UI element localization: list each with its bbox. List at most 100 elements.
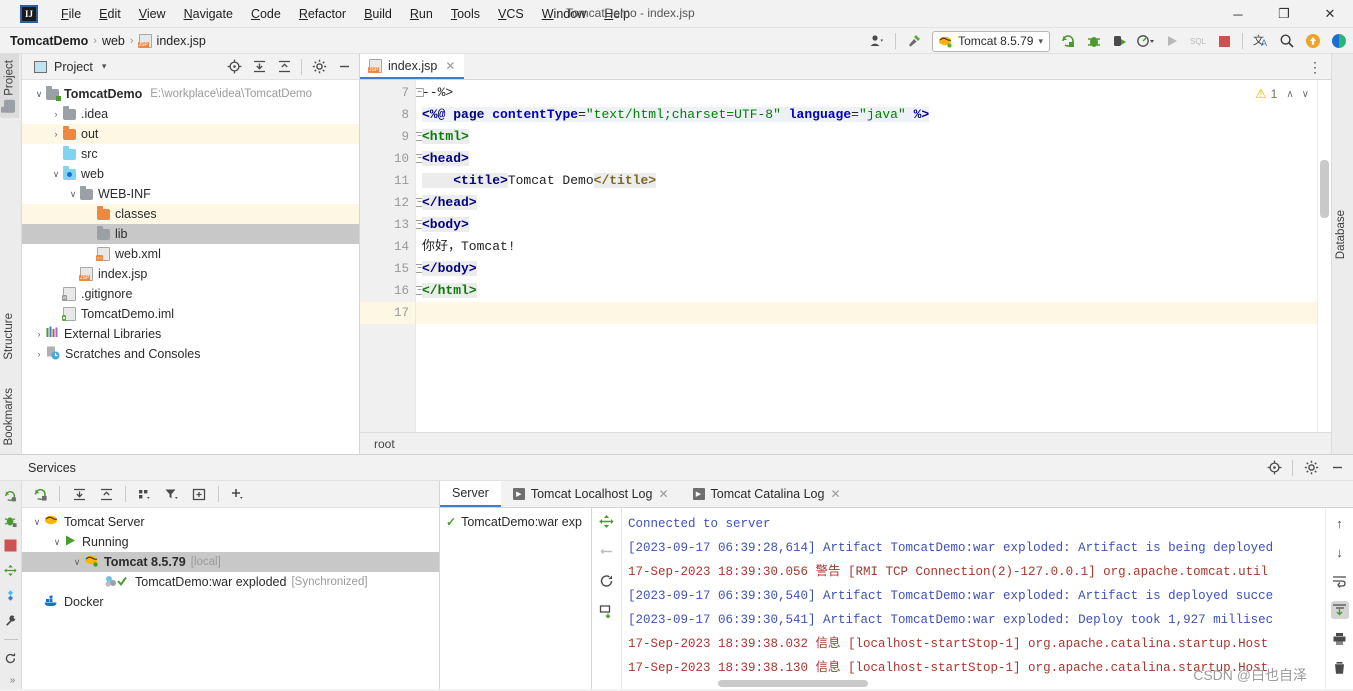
rerun-icon[interactable] bbox=[1056, 30, 1080, 52]
tree-twisty-icon[interactable]: › bbox=[32, 329, 46, 339]
run-configuration-selector[interactable]: Tomcat 8.5.79 ▾ bbox=[932, 30, 1050, 52]
update-icon[interactable] bbox=[1301, 30, 1325, 52]
maximize-button[interactable]: ❐ bbox=[1261, 0, 1307, 28]
search-everywhere-icon[interactable] bbox=[1275, 30, 1299, 52]
user-avatar-icon[interactable] bbox=[865, 30, 889, 52]
line-number-10[interactable]: 10− bbox=[360, 148, 424, 170]
prev-problem-icon[interactable]: ∧ bbox=[1286, 89, 1293, 100]
line-number-15[interactable]: 15− bbox=[360, 258, 424, 280]
tree-twisty-icon[interactable]: ∨ bbox=[50, 537, 64, 548]
editor-scrollbar-area[interactable] bbox=[1317, 80, 1331, 432]
restart-icon[interactable] bbox=[599, 574, 614, 592]
hammer-build-icon[interactable] bbox=[902, 30, 926, 52]
project-tree-node-scratches-and-consoles[interactable]: › Scratches and Consoles bbox=[22, 344, 359, 364]
group-icon[interactable] bbox=[133, 483, 157, 505]
sidebar-tab-structure[interactable]: Structure bbox=[0, 307, 18, 366]
soft-wrap-icon[interactable] bbox=[1331, 572, 1349, 590]
project-tree[interactable]: ∨ TomcatDemo E:\workplace\idea\TomcatDemo ›… bbox=[22, 80, 359, 364]
close-icon[interactable]: ✕ bbox=[445, 59, 455, 73]
line-number-7[interactable]: 7− bbox=[360, 82, 424, 104]
menu-item-navigate[interactable]: Navigate bbox=[175, 4, 242, 24]
chevron-down-icon[interactable]: ▾ bbox=[1038, 36, 1043, 47]
scroll-down-icon[interactable]: ↓ bbox=[1331, 543, 1349, 561]
chevron-down-icon[interactable]: ▾ bbox=[102, 61, 107, 72]
hide-icon[interactable] bbox=[1325, 457, 1349, 479]
line-number-14[interactable]: 14 bbox=[360, 236, 415, 258]
project-tree-node-web-xml[interactable]: <> web.xml bbox=[22, 244, 359, 264]
collapse-all-icon[interactable] bbox=[94, 483, 118, 505]
run-icon[interactable] bbox=[1160, 30, 1184, 52]
menu-item-code[interactable]: Code bbox=[242, 4, 290, 24]
stop-icon[interactable] bbox=[1212, 30, 1236, 52]
expand-icon[interactable]: » bbox=[6, 674, 19, 687]
code-line-11[interactable]: <title>Tomcat Demo</title> bbox=[416, 170, 1317, 192]
line-number-12[interactable]: 12− bbox=[360, 192, 424, 214]
breadcrumb-folder[interactable]: web bbox=[102, 34, 125, 48]
project-tree-node-lib[interactable]: lib bbox=[22, 224, 359, 244]
console-tab-tomcat-catalina-log[interactable]: ▶ Tomcat Catalina Log ✕ bbox=[681, 481, 853, 507]
sidebar-tab-bookmarks[interactable]: Bookmarks bbox=[0, 382, 18, 452]
menu-item-vcs[interactable]: VCS bbox=[489, 4, 533, 24]
menu-item-edit[interactable]: Edit bbox=[90, 4, 130, 24]
editor-scrollbar-thumb[interactable] bbox=[1320, 160, 1329, 218]
project-tree-node-tomcatdemo[interactable]: ∨ TomcatDemo E:\workplace\idea\TomcatDemo bbox=[22, 84, 359, 104]
line-number-9[interactable]: 9− bbox=[360, 126, 424, 148]
menu-item-run[interactable]: Run bbox=[401, 4, 442, 24]
tree-twisty-icon[interactable]: ∨ bbox=[70, 557, 84, 568]
inspection-widget[interactable]: ⚠ 1 ∧ ∨ bbox=[1255, 86, 1309, 102]
breadcrumb-file[interactable]: index.jsp bbox=[157, 34, 206, 48]
debug-icon[interactable] bbox=[1082, 30, 1106, 52]
scroll-to-end-icon[interactable] bbox=[1330, 601, 1349, 619]
sidebar-tab-project[interactable]: Project bbox=[0, 54, 19, 118]
expand-all-icon[interactable] bbox=[247, 56, 271, 78]
close-button[interactable]: ✕ bbox=[1307, 0, 1353, 28]
menu-item-build[interactable]: Build bbox=[355, 4, 401, 24]
profiler-icon[interactable] bbox=[1134, 30, 1158, 52]
tree-twisty-icon[interactable]: ∨ bbox=[30, 517, 44, 528]
line-number-8[interactable]: 8 bbox=[360, 104, 415, 126]
project-tree-node-tomcatdemo-iml[interactable]: ■ TomcatDemo.iml bbox=[22, 304, 359, 324]
new-tab-icon[interactable] bbox=[187, 483, 211, 505]
minimize-button[interactable]: ─ bbox=[1215, 0, 1261, 28]
console-log-output[interactable]: Connected to server [2023-09-17 06:39:28,… bbox=[622, 508, 1325, 689]
hide-icon[interactable] bbox=[332, 56, 356, 78]
project-tree-node-out[interactable]: › out bbox=[22, 124, 359, 144]
locate-icon[interactable] bbox=[222, 56, 246, 78]
collapse-all-icon[interactable] bbox=[272, 56, 296, 78]
services-tree-node-docker[interactable]: Docker bbox=[22, 592, 439, 612]
next-problem-icon[interactable]: ∨ bbox=[1302, 89, 1309, 100]
console-hscrollbar-thumb[interactable] bbox=[718, 680, 868, 687]
tree-twisty-icon[interactable]: › bbox=[32, 349, 46, 359]
project-tree-node-src[interactable]: src bbox=[22, 144, 359, 164]
more-options-icon[interactable]: ⋮ bbox=[1303, 56, 1327, 78]
code-line-16[interactable]: </html> bbox=[416, 280, 1317, 302]
line-number-11[interactable]: 11 bbox=[360, 170, 415, 192]
deploy-icon[interactable] bbox=[599, 514, 614, 532]
code-line-15[interactable]: </body> bbox=[416, 258, 1317, 280]
list-item[interactable]: ✓ TomcatDemo:war exp bbox=[440, 512, 591, 532]
code-line-9[interactable]: <html> bbox=[416, 126, 1317, 148]
code-line-12[interactable]: </head> bbox=[416, 192, 1317, 214]
print-icon[interactable] bbox=[1331, 630, 1349, 648]
tree-twisty-icon[interactable]: ∨ bbox=[49, 169, 63, 180]
refresh-icon[interactable] bbox=[4, 652, 17, 665]
project-tree-node-external-libraries[interactable]: › External Libraries bbox=[22, 324, 359, 344]
project-tree-node-web-inf[interactable]: ∨ WEB-INF bbox=[22, 184, 359, 204]
line-number-17[interactable]: 17 bbox=[360, 302, 415, 324]
services-tree-node-running[interactable]: ∨ Running bbox=[22, 532, 439, 552]
code-line-14[interactable]: 你好，Tomcat! bbox=[416, 236, 1317, 258]
project-tree-node--gitignore[interactable]: Ø .gitignore bbox=[22, 284, 359, 304]
menu-item-tools[interactable]: Tools bbox=[442, 4, 489, 24]
gear-icon[interactable] bbox=[1299, 457, 1323, 479]
rerun-icon[interactable] bbox=[4, 489, 17, 502]
menu-item-refactor[interactable]: Refactor bbox=[290, 4, 355, 24]
redeploy-icon[interactable] bbox=[599, 604, 614, 622]
code-area[interactable]: --%> <%@ page contentType="text/html;char… bbox=[415, 80, 1317, 432]
services-tree-node-tomcat-8-5-79[interactable]: ∨ Tomcat 8.5.79 [local] bbox=[22, 552, 439, 572]
scroll-up-icon[interactable]: ↑ bbox=[1331, 514, 1349, 532]
services-tree[interactable]: ∨ Tomcat Server ∨ Running ∨ Tomcat 8.5.79 [loc… bbox=[22, 508, 439, 689]
console-deployment-list[interactable]: ✓ TomcatDemo:war exp bbox=[440, 508, 592, 689]
sidebar-tab-database[interactable]: Database bbox=[1332, 204, 1350, 265]
menu-item-view[interactable]: View bbox=[130, 4, 175, 24]
breadcrumb-project[interactable]: TomcatDemo bbox=[10, 34, 88, 48]
